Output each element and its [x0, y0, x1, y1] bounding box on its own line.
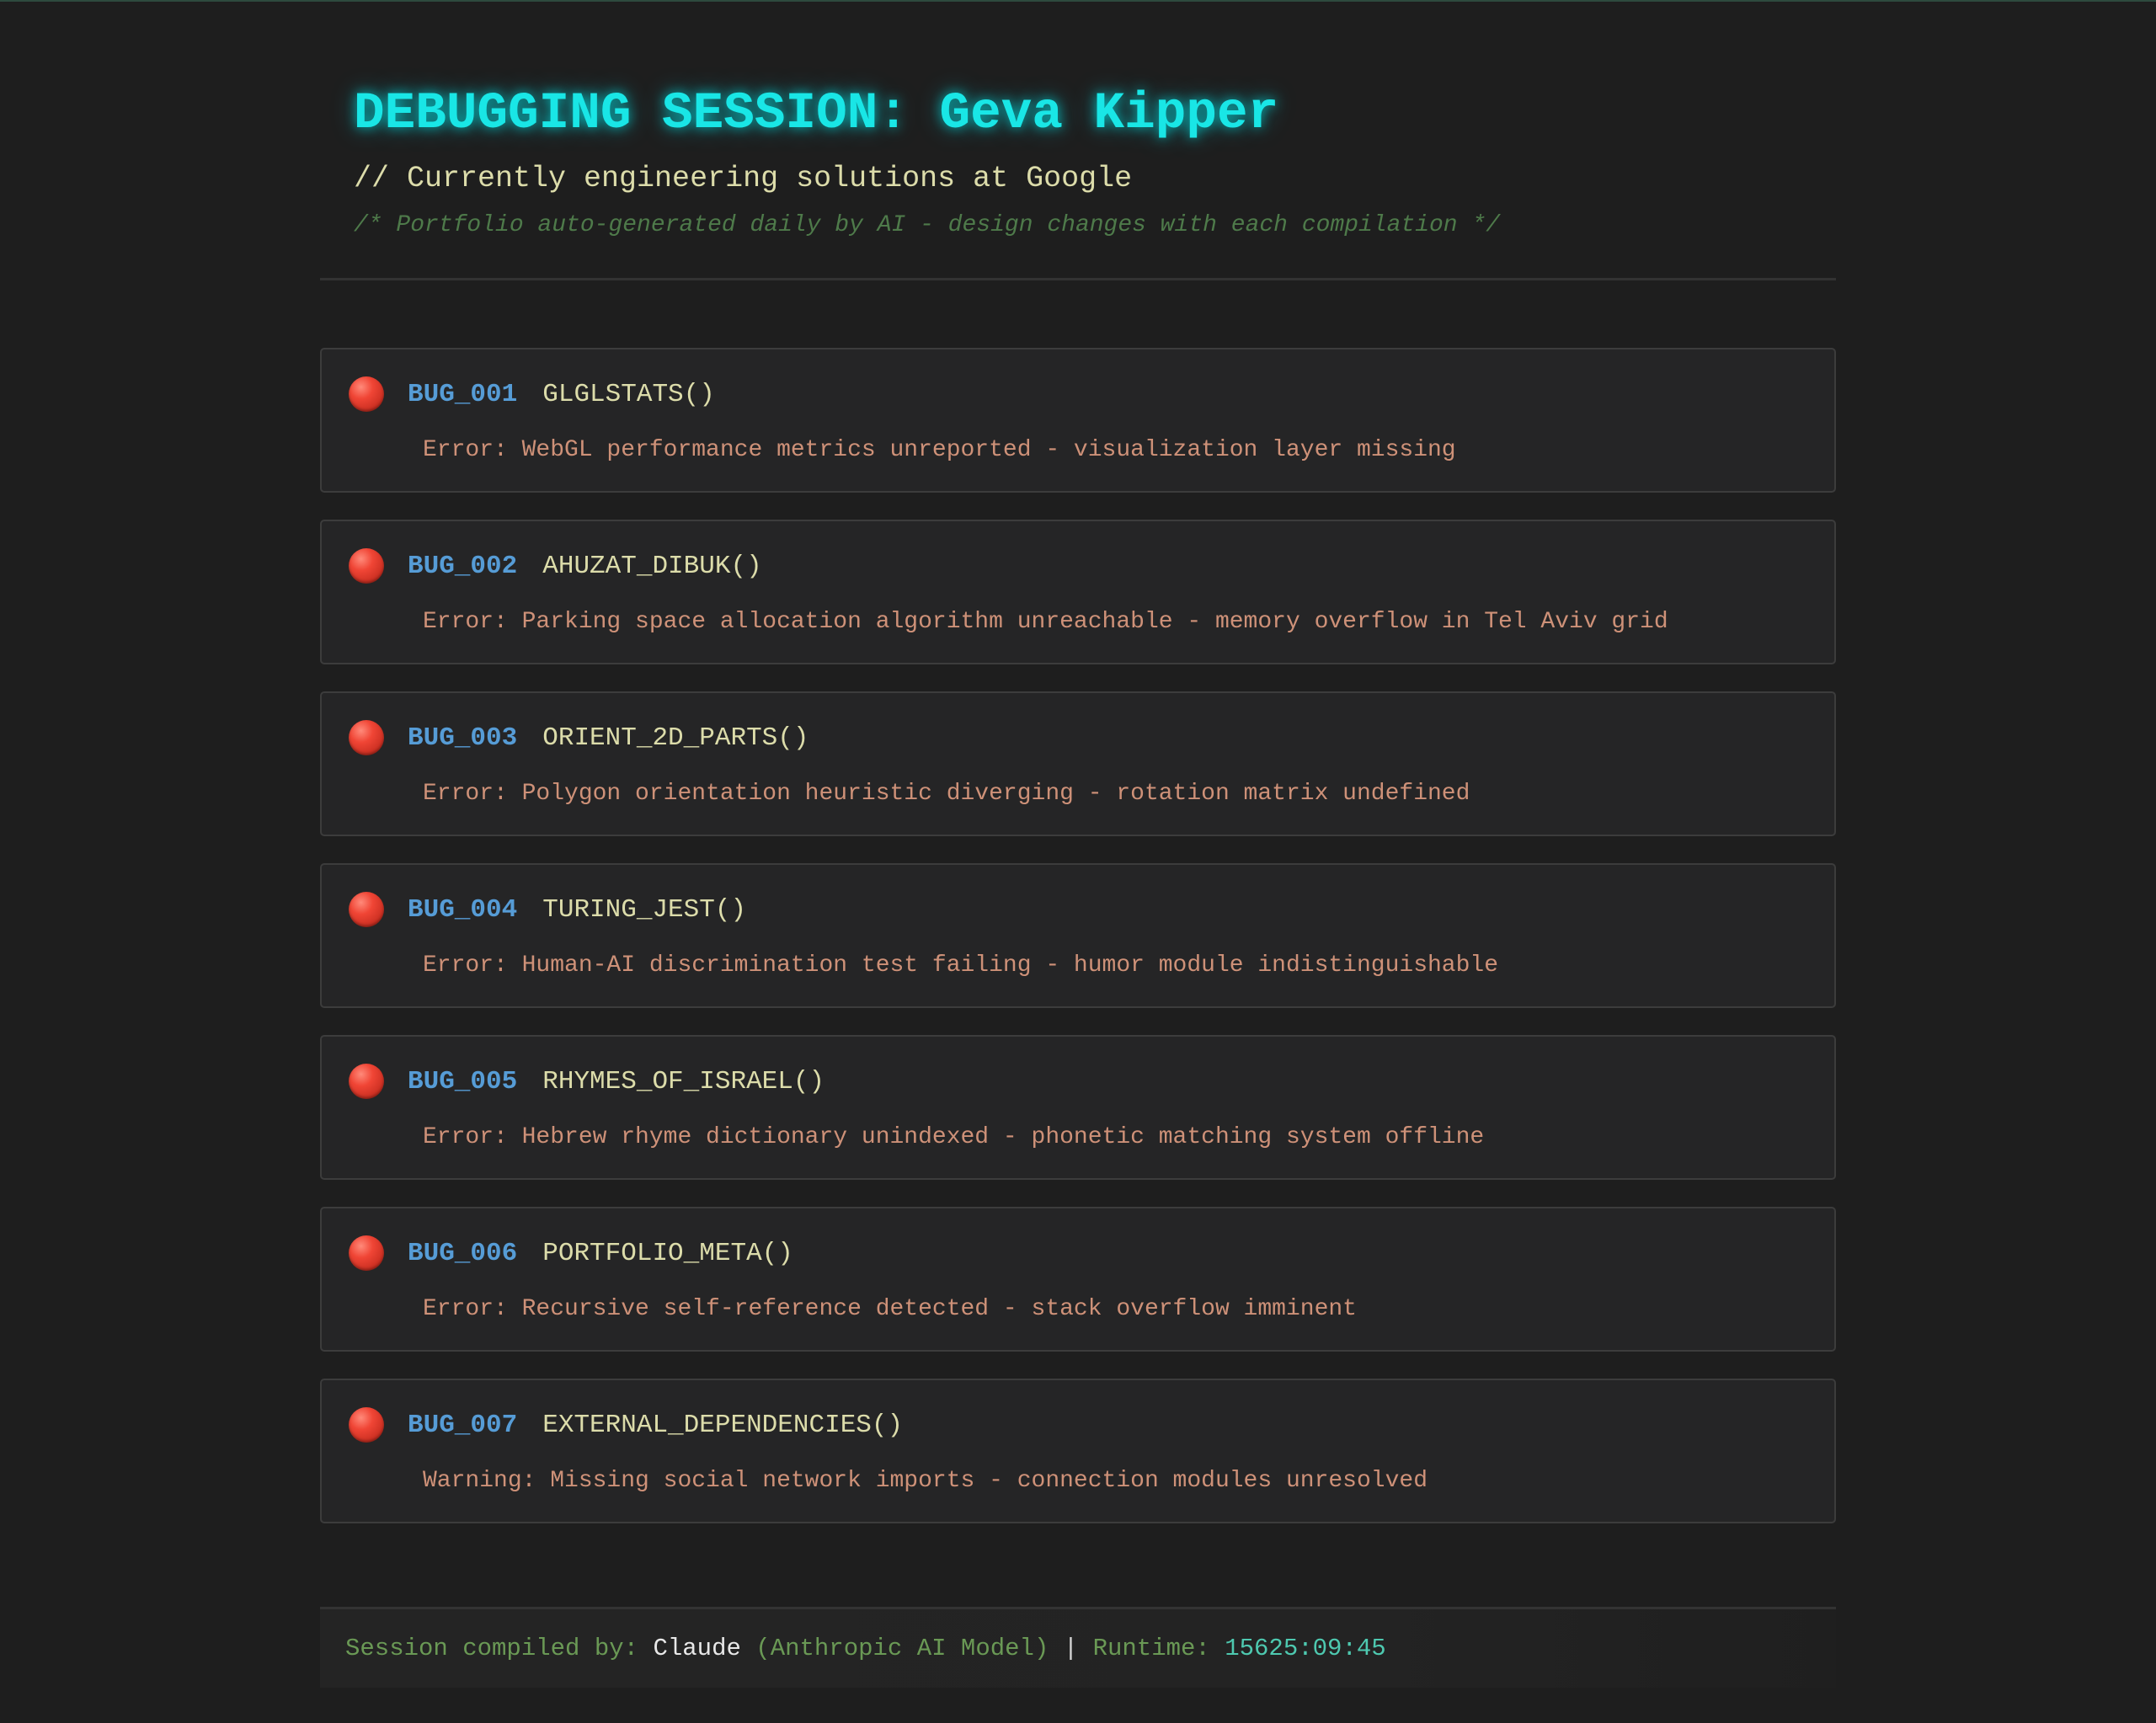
- bug-function: EXTERNAL_DEPENDENCIES(): [542, 1410, 904, 1440]
- bug-header: BUG_006 PORTFOLIO_META(): [349, 1235, 793, 1271]
- bug-card[interactable]: BUG_003 ORIENT_2D_PARTS() Error: Polygon…: [320, 691, 1836, 836]
- red-circle-icon: [349, 1407, 384, 1443]
- bug-function: RHYMES_OF_ISRAEL(): [542, 1066, 825, 1096]
- bug-function: TURING_JEST(): [542, 894, 747, 925]
- bug-id: BUG_007: [408, 1410, 518, 1440]
- bug-message: Error: WebGL performance metrics unrepor…: [423, 437, 1456, 463]
- bug-id: BUG_005: [408, 1066, 518, 1096]
- bug-header: BUG_003 ORIENT_2D_PARTS(): [349, 720, 809, 755]
- bug-list: BUG_001 GLGLSTATS() Error: WebGL perform…: [320, 348, 1836, 1523]
- bug-function: AHUZAT_DIBUK(): [542, 551, 762, 581]
- footer-line: Session compiled by: Claude (Anthropic A…: [345, 1633, 1386, 1665]
- bug-id: BUG_001: [408, 379, 518, 409]
- bug-header: BUG_005 RHYMES_OF_ISRAEL(): [349, 1064, 825, 1099]
- bug-card[interactable]: BUG_001 GLGLSTATS() Error: WebGL perform…: [320, 348, 1836, 493]
- bug-id: BUG_003: [408, 723, 518, 753]
- bug-header: BUG_001 GLGLSTATS(): [349, 376, 715, 412]
- red-circle-icon: [349, 720, 384, 755]
- bug-header: BUG_002 AHUZAT_DIBUK(): [349, 548, 762, 584]
- red-circle-icon: [349, 548, 384, 584]
- page-title: DEBUGGING SESSION: Geva Kipper: [354, 85, 1279, 143]
- bug-id: BUG_002: [408, 551, 518, 581]
- red-circle-icon: [349, 1064, 384, 1099]
- bug-card[interactable]: BUG_004 TURING_JEST() Error: Human-AI di…: [320, 863, 1836, 1008]
- runtime-label: Runtime:: [1092, 1635, 1210, 1662]
- session-footer: Session compiled by: Claude (Anthropic A…: [320, 1607, 1836, 1688]
- page-header: DEBUGGING SESSION: Geva Kipper // Curren…: [320, 0, 1836, 280]
- footer-separator: |: [1063, 1635, 1079, 1662]
- red-circle-icon: [349, 892, 384, 927]
- bug-card[interactable]: BUG_005 RHYMES_OF_ISRAEL() Error: Hebrew…: [320, 1035, 1836, 1180]
- bug-header: BUG_004 TURING_JEST(): [349, 892, 746, 927]
- runtime-value: 15625:09:45: [1225, 1635, 1386, 1662]
- bug-message: Error: Hebrew rhyme dictionary unindexed…: [423, 1124, 1485, 1150]
- page-subtitle: // Currently engineering solutions at Go…: [354, 162, 1133, 195]
- bug-id: BUG_004: [408, 894, 518, 925]
- generation-note: /* Portfolio auto-generated daily by AI …: [354, 212, 1501, 238]
- compiler-name: Claude: [653, 1635, 741, 1662]
- compiled-by-label: Session compiled by:: [345, 1635, 639, 1662]
- bug-function: PORTFOLIO_META(): [542, 1238, 793, 1268]
- bug-message: Error: Human-AI discrimination test fail…: [423, 952, 1499, 979]
- bug-function: GLGLSTATS(): [542, 379, 715, 409]
- bug-message: Error: Recursive self-reference detected…: [423, 1296, 1357, 1322]
- bug-header: BUG_007 EXTERNAL_DEPENDENCIES(): [349, 1407, 903, 1443]
- bug-message: Error: Parking space allocation algorith…: [423, 609, 1668, 635]
- red-circle-icon: [349, 1235, 384, 1271]
- bug-card[interactable]: BUG_006 PORTFOLIO_META() Error: Recursiv…: [320, 1207, 1836, 1352]
- main-container: DEBUGGING SESSION: Geva Kipper // Curren…: [320, 0, 1836, 1550]
- bug-message: Warning: Missing social network imports …: [423, 1468, 1428, 1494]
- compiler-detail: (Anthropic AI Model): [755, 1635, 1049, 1662]
- bug-function: ORIENT_2D_PARTS(): [542, 723, 809, 753]
- bug-card[interactable]: BUG_002 AHUZAT_DIBUK() Error: Parking sp…: [320, 520, 1836, 664]
- bug-message: Error: Polygon orientation heuristic div…: [423, 781, 1470, 807]
- bug-id: BUG_006: [408, 1238, 518, 1268]
- red-circle-icon: [349, 376, 384, 412]
- bug-card[interactable]: BUG_007 EXTERNAL_DEPENDENCIES() Warning:…: [320, 1379, 1836, 1523]
